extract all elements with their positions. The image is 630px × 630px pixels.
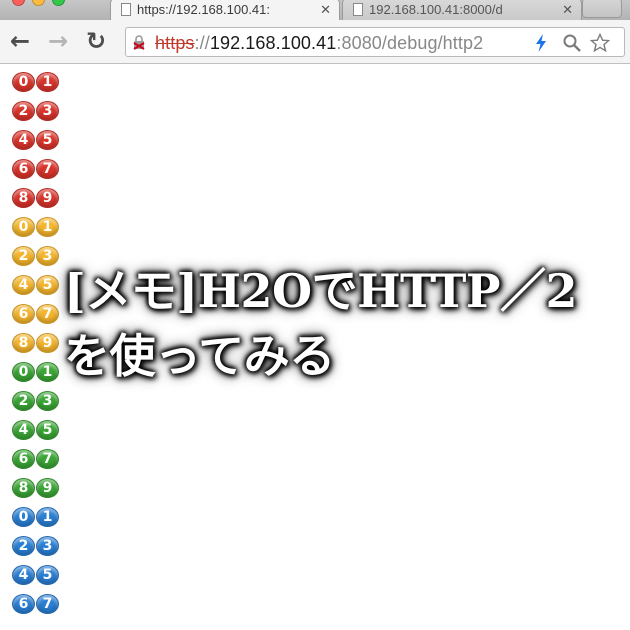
number-badge: 3: [36, 536, 59, 556]
close-window-button[interactable]: [12, 0, 25, 6]
number-badge: 4: [12, 420, 35, 440]
badge-row: 23: [12, 246, 59, 275]
url-host: 192.168.100.41: [209, 33, 337, 53]
forward-arrow-icon[interactable]: →: [46, 29, 70, 53]
number-badge: 3: [36, 246, 59, 266]
reload-icon[interactable]: ↻: [84, 29, 108, 53]
number-badge: 4: [12, 275, 35, 295]
badge-row: 45: [12, 565, 59, 594]
star-icon[interactable]: [590, 33, 610, 53]
number-badge: 6: [12, 304, 35, 324]
number-badge: 2: [12, 101, 35, 121]
tab-close-icon[interactable]: ✕: [562, 2, 573, 18]
url-port: :8080: [336, 33, 382, 53]
tab-title: https://192.168.100.41:: [137, 2, 270, 17]
url-path: /debug/http2: [381, 33, 484, 53]
badge-row: 01: [12, 362, 59, 391]
badge-row: 67: [12, 159, 59, 188]
number-badge: 0: [12, 72, 35, 92]
number-badge: 2: [12, 246, 35, 266]
url-text: https://192.168.100.41:8080/debug/http2: [155, 33, 483, 54]
number-badge: 9: [36, 333, 59, 353]
search-icon[interactable]: [562, 33, 582, 53]
badge-list: 01234567890123456789012345678901234567: [12, 72, 59, 623]
browser-toolbar: ← → ↻ https://192.168.100.41:8080/debug/…: [0, 20, 630, 64]
number-badge: 8: [12, 333, 35, 353]
badge-row: 67: [12, 304, 59, 333]
badge-row: 45: [12, 420, 59, 449]
tab-strip: https://192.168.100.41: ✕ 192.168.100.41…: [0, 0, 630, 20]
number-badge: 3: [36, 101, 59, 121]
number-badge: 8: [12, 478, 35, 498]
badge-row: 67: [12, 449, 59, 478]
lightning-bolt-icon[interactable]: [531, 33, 551, 53]
number-badge: 4: [12, 130, 35, 150]
number-badge: 1: [36, 362, 59, 382]
number-badge: 8: [12, 188, 35, 208]
number-badge: 5: [36, 130, 59, 150]
badge-row: 01: [12, 507, 59, 536]
tab-close-icon[interactable]: ✕: [320, 2, 331, 18]
number-badge: 1: [36, 217, 59, 237]
number-badge: 7: [36, 594, 59, 614]
overlay-title-line1: [メモ]H2OでHTTP／2: [64, 264, 577, 318]
badge-row: 23: [12, 536, 59, 565]
number-badge: 5: [36, 420, 59, 440]
number-badge: 5: [36, 565, 59, 585]
badge-row: 89: [12, 478, 59, 507]
number-badge: 1: [36, 507, 59, 527]
number-badge: 2: [12, 391, 35, 411]
badge-row: 45: [12, 130, 59, 159]
badge-row: 89: [12, 188, 59, 217]
page-icon: [121, 3, 131, 16]
badge-row: 67: [12, 594, 59, 623]
number-badge: 7: [36, 159, 59, 179]
number-badge: 7: [36, 304, 59, 324]
broken-lock-icon[interactable]: [133, 35, 145, 50]
number-badge: 7: [36, 449, 59, 469]
number-badge: 6: [12, 159, 35, 179]
number-badge: 1: [36, 72, 59, 92]
number-badge: 3: [36, 391, 59, 411]
badge-row: 89: [12, 333, 59, 362]
new-tab-button[interactable]: [582, 0, 622, 18]
badge-row: 45: [12, 275, 59, 304]
overlay-title-line2: を使ってみる: [64, 329, 335, 383]
badge-row: 23: [12, 101, 59, 130]
tab-active[interactable]: https://192.168.100.41: ✕: [110, 0, 340, 20]
number-badge: 4: [12, 565, 35, 585]
number-badge: 9: [36, 188, 59, 208]
number-badge: 0: [12, 362, 35, 382]
tab-inactive[interactable]: 192.168.100.41:8000/d ✕: [342, 0, 582, 20]
number-badge: 6: [12, 449, 35, 469]
url-scheme: https: [155, 33, 195, 53]
number-badge: 0: [12, 507, 35, 527]
page-icon: [353, 3, 363, 16]
number-badge: 5: [36, 275, 59, 295]
zoom-window-button[interactable]: [52, 0, 65, 6]
address-bar[interactable]: https://192.168.100.41:8080/debug/http2: [125, 27, 625, 57]
number-badge: 9: [36, 478, 59, 498]
minimize-window-button[interactable]: [32, 0, 45, 6]
badge-row: 23: [12, 391, 59, 420]
badge-row: 01: [12, 217, 59, 246]
back-arrow-icon[interactable]: ←: [8, 29, 32, 53]
number-badge: 0: [12, 217, 35, 237]
number-badge: 2: [12, 536, 35, 556]
badge-row: 01: [12, 72, 59, 101]
url-separator: ://: [194, 33, 210, 53]
tab-title: 192.168.100.41:8000/d: [369, 2, 503, 17]
number-badge: 6: [12, 594, 35, 614]
